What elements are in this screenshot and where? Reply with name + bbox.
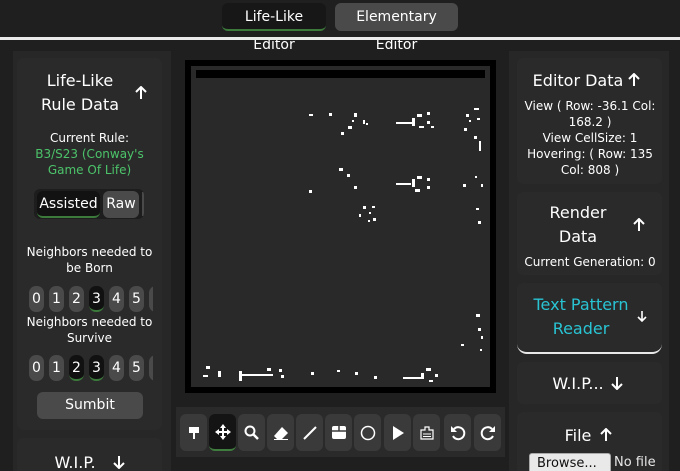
grid-canvas[interactable] bbox=[191, 66, 490, 387]
tool-zoom[interactable] bbox=[238, 414, 265, 451]
view-position-line2: 168.2 ) bbox=[568, 115, 612, 129]
assisted-tab[interactable]: Assisted bbox=[37, 191, 100, 218]
view-position-line1: View ( Row: -36.1 Col: bbox=[524, 99, 656, 113]
tool-move[interactable] bbox=[209, 414, 236, 451]
top-divider bbox=[0, 37, 680, 40]
survive-toggle-2[interactable]: 2 bbox=[69, 355, 84, 381]
rule-data-title-line2: Rule Data bbox=[40, 95, 120, 114]
text-reader-title-line1: Text Pattern bbox=[533, 295, 629, 314]
born-toggle-0[interactable]: 0 bbox=[29, 286, 44, 312]
tool-eraser[interactable] bbox=[267, 414, 294, 451]
editor-data-arrow-up-icon[interactable] bbox=[628, 73, 640, 87]
wip-left-title: W.I.P. bbox=[54, 453, 96, 471]
survive-toggle-5[interactable]: 5 bbox=[129, 355, 144, 381]
render-data-title-line2: Data bbox=[558, 227, 598, 246]
text-reader-arrow-down-icon[interactable] bbox=[637, 310, 647, 322]
collapse-arrow-up-icon[interactable] bbox=[135, 86, 147, 100]
view-cell-size: View CellSize: 1 bbox=[542, 131, 638, 145]
born-label-line1: Neighbors needed to bbox=[26, 245, 153, 259]
tool-play[interactable] bbox=[384, 414, 411, 451]
tool-rectangle[interactable] bbox=[325, 414, 352, 451]
render-data-arrow-up-icon[interactable] bbox=[633, 218, 645, 232]
cell-pattern-layer bbox=[196, 70, 485, 382]
survive-toggle-1[interactable]: 1 bbox=[49, 355, 64, 381]
tab-elementary-editor[interactable]: Elementary Editor bbox=[335, 3, 458, 53]
file-title: File bbox=[564, 426, 592, 445]
current-rule-value-line2: Game Of Life) bbox=[47, 163, 132, 177]
circle-icon bbox=[360, 425, 376, 441]
tool-undo[interactable] bbox=[444, 414, 471, 451]
rule-data-title-line1: Life-Like bbox=[46, 71, 114, 90]
clear-grid-icon bbox=[419, 425, 434, 440]
born-label-line2: be Born bbox=[66, 261, 113, 275]
survive-toggle-overflow bbox=[149, 355, 153, 381]
hover-position-line1: Hovering: ( Row: 135 bbox=[527, 147, 653, 161]
survive-toggle-4[interactable]: 4 bbox=[109, 355, 124, 381]
born-toggle-4[interactable]: 4 bbox=[109, 286, 124, 312]
current-rule-value-line1: B3/S23 (Conway's bbox=[35, 147, 144, 161]
tool-circle[interactable] bbox=[354, 414, 381, 451]
move-icon bbox=[214, 423, 231, 440]
survive-values-row: 0 1 2 3 4 5 bbox=[29, 355, 153, 383]
no-file-label: No file bbox=[614, 455, 656, 470]
born-toggle-1[interactable]: 1 bbox=[49, 286, 64, 312]
born-toggle-5[interactable]: 5 bbox=[129, 286, 144, 312]
survive-label-line1: Neighbors needed to bbox=[26, 315, 153, 329]
hover-position-line2: Col: 808 ) bbox=[560, 163, 620, 177]
tab-overflow bbox=[142, 192, 144, 216]
survive-label-line2: Survive bbox=[66, 331, 113, 345]
tool-clear-grid[interactable] bbox=[413, 414, 440, 451]
born-toggle-overflow bbox=[149, 286, 153, 312]
editor-data-title: Editor Data bbox=[532, 71, 624, 90]
current-generation: Current Generation: 0 bbox=[524, 255, 656, 269]
submit-button[interactable]: Sumbit bbox=[37, 392, 143, 419]
tool-line[interactable] bbox=[296, 414, 323, 451]
raw-tab[interactable]: Raw bbox=[103, 191, 139, 218]
tool-paint-bucket[interactable] bbox=[180, 414, 207, 451]
browse-button[interactable]: Browse... bbox=[529, 453, 611, 471]
survive-toggle-3[interactable]: 3 bbox=[89, 355, 104, 381]
wip-right-arrow-down-icon[interactable] bbox=[611, 376, 623, 390]
play-icon bbox=[391, 425, 405, 441]
rule-mode-tabs: Assisted Raw bbox=[34, 189, 144, 219]
tab-life-like-editor[interactable]: Life-Like Editor bbox=[222, 3, 326, 53]
zoom-icon bbox=[244, 425, 259, 440]
render-data-title-line1: Render bbox=[549, 203, 607, 222]
wip-right-title: W.I.P... bbox=[552, 374, 604, 393]
born-toggle-2[interactable]: 2 bbox=[69, 286, 84, 312]
survive-toggle-0[interactable]: 0 bbox=[29, 355, 44, 381]
line-icon bbox=[302, 425, 318, 441]
file-arrow-up-icon[interactable] bbox=[600, 428, 612, 442]
app-root: Life-Like Editor Elementary Editor Life-… bbox=[0, 0, 680, 471]
wip-left-arrow-down-icon[interactable] bbox=[113, 455, 125, 469]
eraser-icon bbox=[273, 426, 289, 440]
tool-redo[interactable] bbox=[474, 414, 501, 451]
paint-bucket-icon bbox=[187, 425, 201, 441]
current-rule-label: Current Rule: bbox=[49, 131, 130, 145]
rectangle-icon bbox=[331, 425, 347, 440]
text-reader-title-line2: Reader bbox=[552, 319, 610, 338]
born-toggle-3[interactable]: 3 bbox=[89, 286, 104, 312]
undo-icon bbox=[450, 425, 466, 441]
born-values-row: 0 1 2 3 4 5 bbox=[29, 286, 153, 314]
redo-icon bbox=[480, 425, 496, 441]
